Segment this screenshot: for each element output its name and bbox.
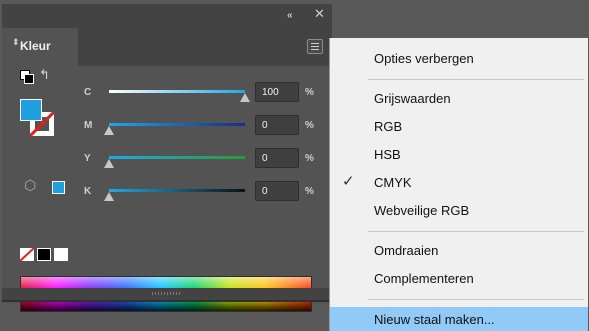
tab-arrows-icon: ⬍ xyxy=(12,37,20,47)
menu-item-invert[interactable]: Omdraaien xyxy=(330,238,588,262)
menu-separator xyxy=(368,79,584,80)
slider-thumb-m[interactable] xyxy=(104,126,114,135)
slider-track-k[interactable] xyxy=(109,189,245,192)
color-panel: ⬍ Kleur ↰ ⬡ C 100 % M 0 % Y 0 % K 0 % xyxy=(2,28,332,312)
slider-label: Y xyxy=(84,153,91,164)
fill-swatch[interactable] xyxy=(20,99,42,121)
menu-item-label: Nieuw staal maken... xyxy=(374,312,495,327)
menu-item-cmyk[interactable]: ✓ CMYK xyxy=(330,170,588,194)
none-slash-icon xyxy=(20,248,34,261)
white-swatch[interactable] xyxy=(54,248,68,261)
slider-unit: % xyxy=(305,120,314,131)
menu-item-web-safe-rgb[interactable]: Webveilige RGB xyxy=(330,198,588,222)
slider-thumb-y[interactable] xyxy=(104,159,114,168)
menu-item-hide-options[interactable]: Opties verbergen xyxy=(330,46,588,70)
slider-value-input[interactable]: 0 xyxy=(255,148,299,168)
slider-track-m[interactable] xyxy=(109,123,245,126)
slider-row-k: K 0 % xyxy=(2,181,332,207)
slider-row-c: C 100 % xyxy=(2,82,332,108)
slider-value-input[interactable]: 100 xyxy=(255,82,299,102)
slider-label: C xyxy=(84,87,92,98)
resize-grip-icon[interactable] xyxy=(152,292,182,295)
slider-value-input[interactable]: 0 xyxy=(255,181,299,201)
menu-item-hsb[interactable]: HSB xyxy=(330,142,588,166)
tab-label: Kleur xyxy=(20,39,51,53)
panel-menu-button[interactable] xyxy=(307,39,323,54)
slider-unit: % xyxy=(305,153,314,164)
menu-item-label: CMYK xyxy=(374,175,412,190)
menu-item-label: Opties verbergen xyxy=(374,51,474,66)
tab-kleur[interactable]: ⬍ Kleur xyxy=(2,28,78,66)
menu-item-complement[interactable]: Complementeren xyxy=(330,266,588,290)
flyout-menu: Opties verbergen Grijswaarden RGB HSB ✓ … xyxy=(329,38,588,331)
slider-label: M xyxy=(84,120,93,131)
menu-separator xyxy=(368,231,584,232)
panel-resize-bar[interactable] xyxy=(2,288,332,300)
menu-item-label: RGB xyxy=(374,119,403,134)
menu-separator xyxy=(368,299,584,300)
panel-border xyxy=(2,300,332,302)
checkmark-icon: ✓ xyxy=(342,172,355,190)
slider-value-input[interactable]: 0 xyxy=(255,115,299,135)
slider-track-y[interactable] xyxy=(109,156,245,159)
panel-title-bar[interactable] xyxy=(2,4,332,28)
menu-item-grayscale[interactable]: Grijswaarden xyxy=(330,86,588,110)
menu-item-label: Grijswaarden xyxy=(374,91,451,106)
slider-thumb-c[interactable] xyxy=(240,93,250,102)
menu-item-label: Omdraaien xyxy=(374,243,439,258)
slider-unit: % xyxy=(305,87,314,98)
tab-strip: ⬍ Kleur xyxy=(2,28,332,66)
close-icon[interactable]: ✕ xyxy=(314,7,325,22)
none-color-swatch[interactable] xyxy=(20,248,34,261)
collapse-icon[interactable]: « xyxy=(287,10,292,21)
menu-item-label: Complementeren xyxy=(374,271,474,286)
slider-unit: % xyxy=(305,186,314,197)
swap-icon[interactable]: ↰ xyxy=(39,68,50,83)
menu-item-rgb[interactable]: RGB xyxy=(330,114,588,138)
menu-item-label: HSB xyxy=(374,147,401,162)
slider-row-y: Y 0 % xyxy=(2,148,332,174)
menu-item-label: Webveilige RGB xyxy=(374,203,470,218)
slider-thumb-k[interactable] xyxy=(104,192,114,201)
slider-track-c[interactable] xyxy=(109,90,245,93)
menu-item-new-swatch[interactable]: Nieuw staal maken... xyxy=(330,307,588,331)
black-swatch[interactable] xyxy=(37,248,51,261)
slider-label: K xyxy=(84,186,92,197)
